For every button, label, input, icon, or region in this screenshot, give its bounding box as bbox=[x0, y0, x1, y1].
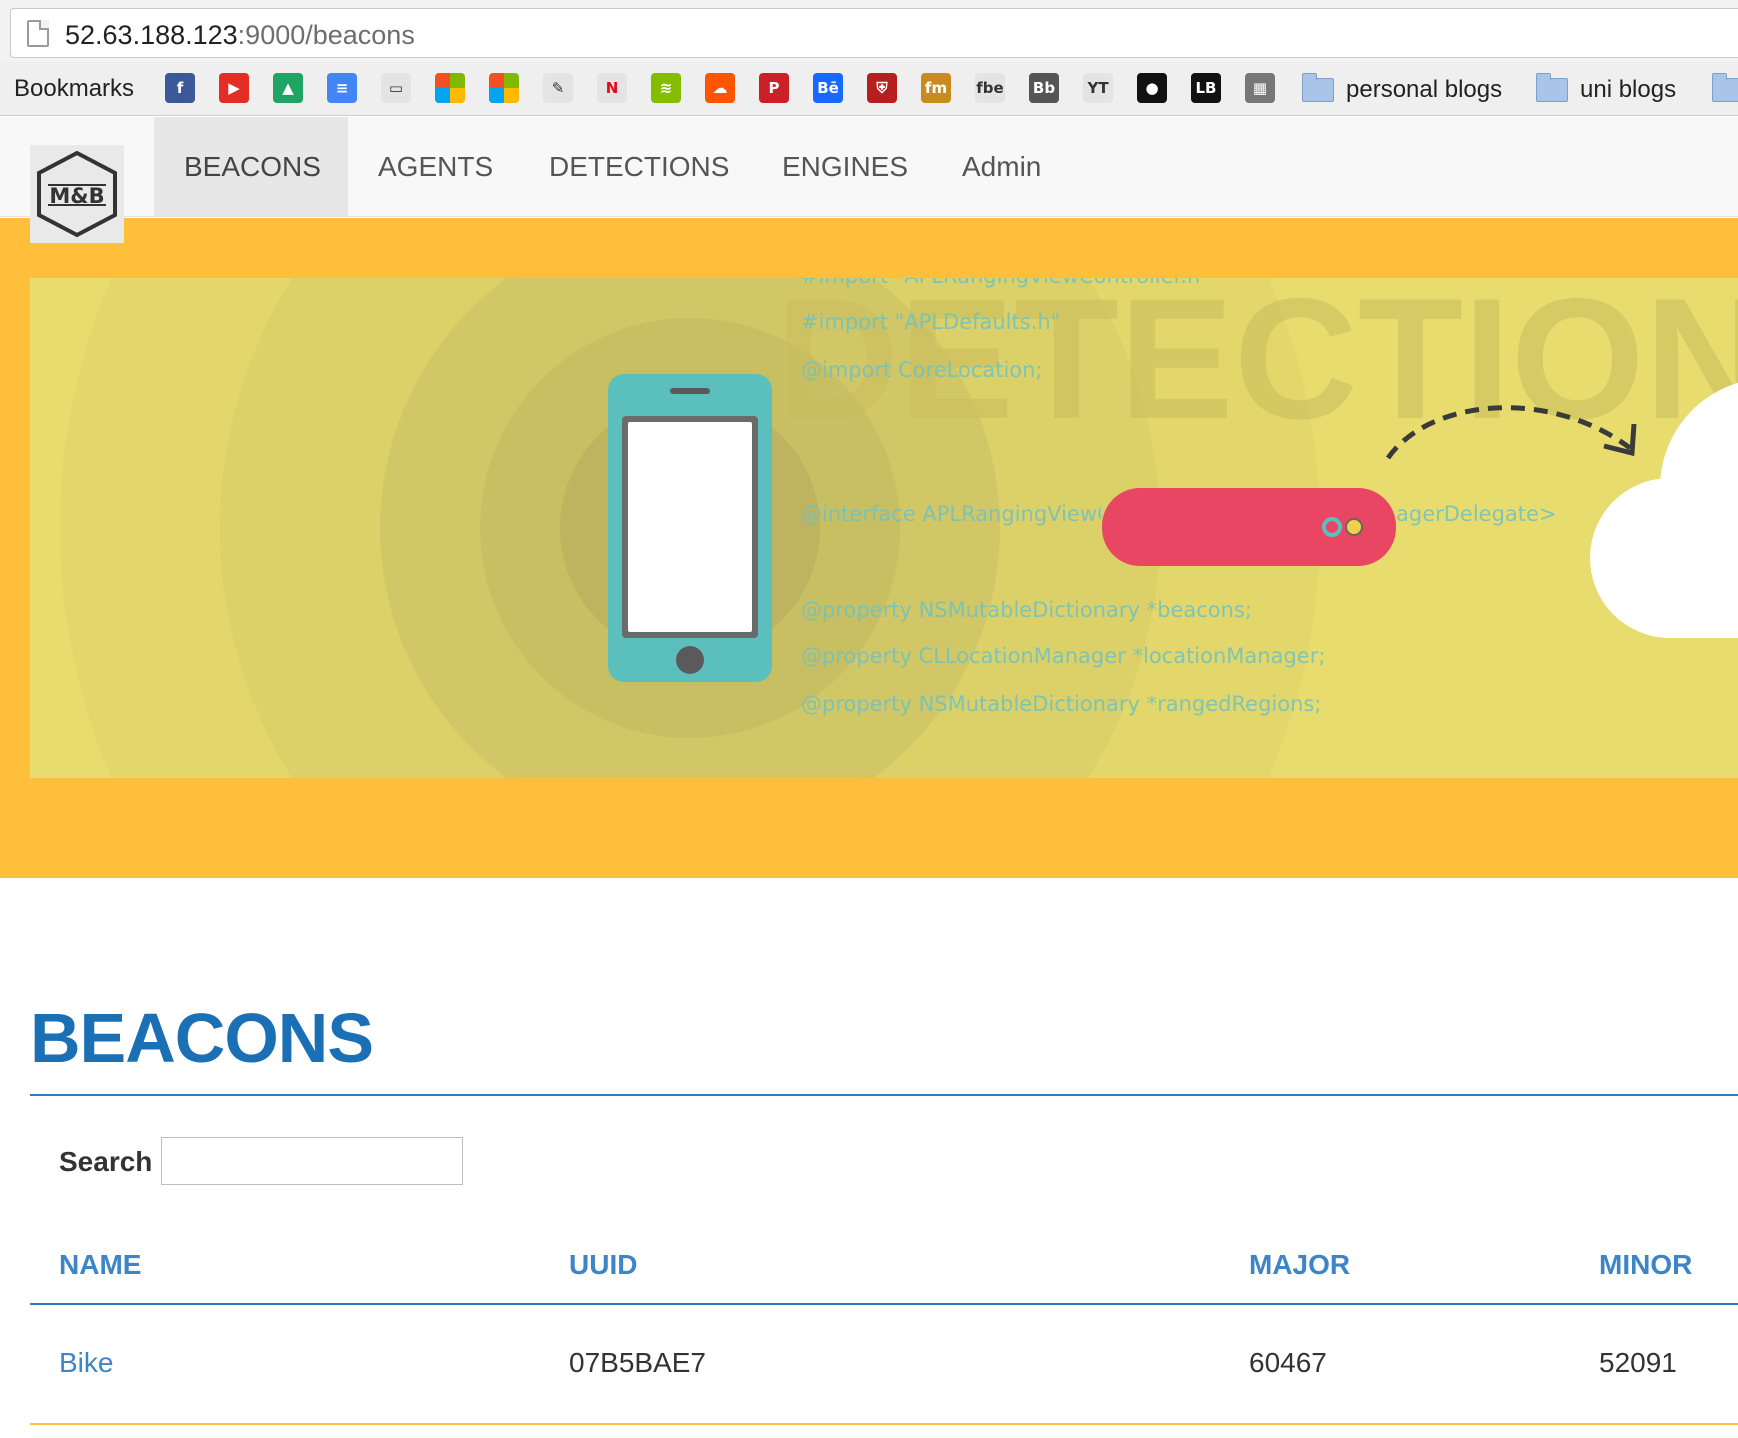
beacon-device-icon bbox=[1102, 488, 1396, 566]
crest-icon[interactable]: ⛨ bbox=[867, 73, 897, 103]
code-line: @property CLLocationManager *locationMan… bbox=[801, 644, 1326, 668]
code-line: agerDelegate> bbox=[1396, 502, 1557, 526]
nav-detections[interactable]: DETECTIONS bbox=[519, 117, 759, 216]
address-bar[interactable]: 52.63.188.123:9000/beacons bbox=[10, 8, 1738, 58]
google-docs-icon[interactable]: ≡ bbox=[327, 73, 357, 103]
blackboard-icon[interactable]: Bb bbox=[1029, 73, 1059, 103]
fbe-icon[interactable]: fbe bbox=[975, 73, 1005, 103]
beacon-major: 60467 bbox=[1249, 1347, 1327, 1378]
circle-icon[interactable]: ● bbox=[1137, 73, 1167, 103]
hero-banner: DETECTION #import "APLDefaults.h" @impor… bbox=[0, 218, 1738, 878]
row-divider bbox=[30, 1423, 1738, 1425]
google-slides-icon[interactable]: ▭ bbox=[381, 73, 411, 103]
beacon-uuid: 07B5BAE7 bbox=[569, 1347, 706, 1378]
url-host: 52.63.188.123 bbox=[65, 20, 238, 50]
code-line: #import "APLDefaults.h" bbox=[801, 310, 1061, 334]
google-drive-icon[interactable]: ▲ bbox=[273, 73, 303, 103]
nav-engines[interactable]: ENGINES bbox=[752, 117, 938, 216]
folder-uni-blogs[interactable]: uni blogs bbox=[1536, 73, 1677, 105]
folder-personal-blogs[interactable]: personal blogs bbox=[1302, 73, 1503, 105]
column-header-minor[interactable]: MINOR bbox=[1599, 1249, 1692, 1281]
microsoft-icon-1[interactable] bbox=[435, 73, 465, 103]
facebook-icon[interactable]: f bbox=[165, 73, 195, 103]
search-input[interactable] bbox=[161, 1137, 463, 1185]
nav-beacons[interactable]: BEACONS bbox=[154, 117, 348, 216]
column-header-uuid[interactable]: UUID bbox=[569, 1249, 637, 1281]
spotify-icon[interactable]: ≋ bbox=[651, 73, 681, 103]
page-title: BEACONS bbox=[30, 999, 374, 1077]
logo-text: M&B bbox=[49, 184, 104, 208]
url-text[interactable]: 52.63.188.123:9000/beacons bbox=[65, 20, 415, 51]
beacon-minor: 52091 bbox=[1599, 1347, 1677, 1378]
folder-icon bbox=[1712, 73, 1738, 102]
code-line: @interface APLRangingViewC bbox=[801, 502, 1101, 526]
hero-illustration: DETECTION #import "APLDefaults.h" @impor… bbox=[30, 278, 1738, 778]
folder-icon bbox=[1302, 73, 1334, 102]
behance-icon[interactable]: Bē bbox=[813, 73, 843, 103]
code-line: @property NSMutableDictionary *beacons; bbox=[801, 598, 1252, 622]
code-line: @import CoreLocation; bbox=[801, 358, 1043, 382]
browser-toolbar: 52.63.188.123:9000/beacons bbox=[0, 0, 1738, 62]
search-label: Search bbox=[59, 1146, 153, 1177]
page-icon bbox=[27, 20, 49, 47]
folder-icon bbox=[1536, 73, 1568, 102]
folder-overflow[interactable] bbox=[1712, 73, 1738, 105]
bookmarks-bar: Bookmarks f ▶ ▲ ≡ ▭ ✎ N ≋ ☁ P Bē ⛨ fm fbe Bb YT ● LB ▦ per… bbox=[0, 62, 1738, 116]
site-navbar: BEACONS AGENTS DETECTIONS ENGINES Admin bbox=[0, 117, 1738, 217]
pencil-icon[interactable]: ✎ bbox=[543, 73, 573, 103]
microsoft-icon-2[interactable] bbox=[489, 73, 519, 103]
pinterest-icon[interactable]: P bbox=[759, 73, 789, 103]
site-logo[interactable]: M&B bbox=[30, 145, 124, 243]
netflix-icon[interactable]: N bbox=[597, 73, 627, 103]
code-line: #import "APLRangingViewController.h" bbox=[801, 278, 1210, 288]
column-header-name[interactable]: NAME bbox=[59, 1249, 141, 1281]
beacon-name-link[interactable]: Bike bbox=[59, 1347, 113, 1379]
youtube-icon[interactable]: ▶ bbox=[219, 73, 249, 103]
url-path: :9000/beacons bbox=[237, 20, 415, 50]
lb-icon[interactable]: LB bbox=[1191, 73, 1221, 103]
logo-hexagon-icon: M&B bbox=[37, 150, 117, 238]
code-line: @property NSMutableDictionary *rangedReg… bbox=[801, 692, 1322, 716]
photo-icon[interactable]: ▦ bbox=[1245, 73, 1275, 103]
nav-agents[interactable]: AGENTS bbox=[348, 117, 523, 216]
bookmarks-button[interactable]: Bookmarks bbox=[14, 75, 134, 103]
folder-label: personal blogs bbox=[1346, 76, 1503, 103]
yt-mp3-icon[interactable]: YT bbox=[1083, 73, 1113, 103]
phone-icon bbox=[608, 374, 772, 682]
table-header-divider bbox=[30, 1303, 1738, 1305]
fm-icon[interactable]: fm bbox=[921, 73, 951, 103]
folder-label: uni blogs bbox=[1580, 76, 1677, 103]
title-divider bbox=[30, 1094, 1738, 1096]
nav-admin[interactable]: Admin bbox=[932, 117, 1071, 216]
soundcloud-icon[interactable]: ☁ bbox=[705, 73, 735, 103]
column-header-major[interactable]: MAJOR bbox=[1249, 1249, 1350, 1281]
